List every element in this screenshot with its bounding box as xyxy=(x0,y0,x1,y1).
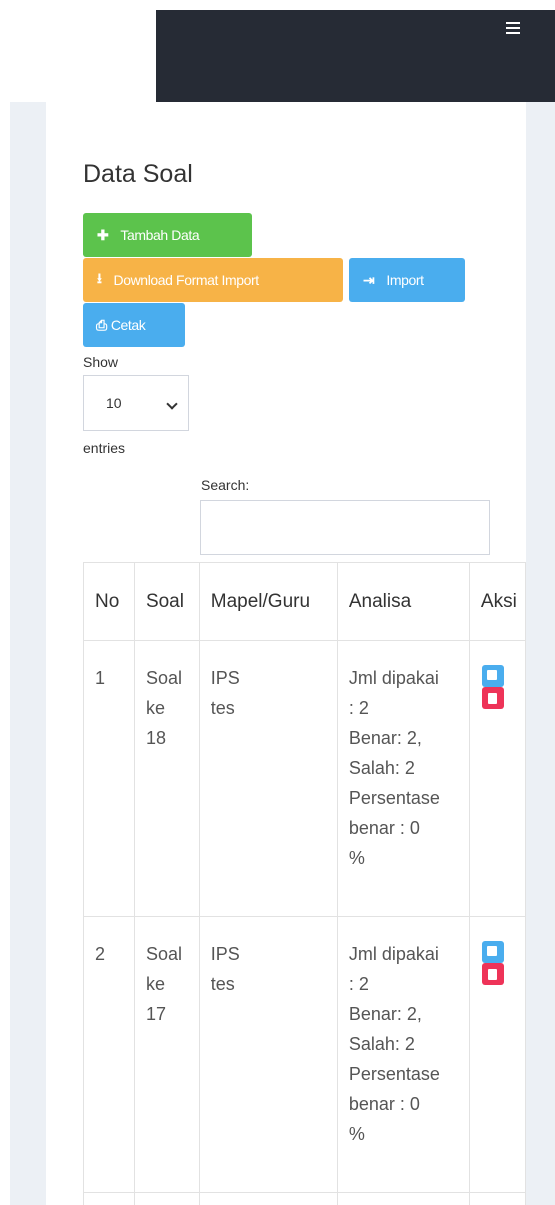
table-row: 2 Soal ke 17 IPS tes Jml dipakai : 2 Ben… xyxy=(83,916,526,1193)
search-label: Search: xyxy=(201,477,250,493)
edit-icon xyxy=(486,946,497,956)
top-bar xyxy=(10,10,555,103)
search-input[interactable] xyxy=(200,500,490,555)
chevron-down-icon xyxy=(166,398,178,410)
logo-area xyxy=(10,10,156,103)
print-button[interactable]: ⎙ Cetak xyxy=(83,303,185,347)
analisa-line: Jml dipakai xyxy=(348,944,439,964)
delete-button[interactable] xyxy=(481,687,504,709)
header-aksi[interactable]: Aksi xyxy=(468,562,526,641)
mapel-line: IPS xyxy=(210,944,240,964)
entries-label: entries xyxy=(83,440,126,456)
cell-actions xyxy=(468,916,526,1193)
soal-line: Soal xyxy=(145,944,182,964)
cell-mapel-guru: IPS tes xyxy=(198,916,338,1193)
header-analisa[interactable]: Analisa xyxy=(336,562,470,641)
analisa-line: Benar: 2, xyxy=(348,728,422,748)
delete-button[interactable] xyxy=(481,963,504,985)
soal-line: ke xyxy=(145,974,165,994)
cell-actions xyxy=(468,640,526,917)
content-box: Data Soal ✚ Tambah Data ⭳ Download Forma… xyxy=(46,102,526,1205)
mapel-line: IPS xyxy=(210,668,240,688)
analisa-line: Salah: 2 xyxy=(348,1034,415,1054)
analisa-line: : 2 xyxy=(348,698,369,718)
edit-button[interactable] xyxy=(481,665,504,687)
cell-empty xyxy=(336,1192,470,1205)
analisa-line: Jml dipakai xyxy=(348,668,439,688)
download-format-import-button[interactable]: ⭳ Download Format Import xyxy=(83,258,343,302)
navbar xyxy=(156,10,555,102)
analisa-line: benar : 0 xyxy=(348,818,420,838)
edit-icon xyxy=(486,670,497,680)
import-button[interactable]: ⇥ Import xyxy=(349,258,465,302)
cell-empty xyxy=(198,1192,338,1205)
guru-line: tes xyxy=(210,974,235,994)
header-soal[interactable]: Soal xyxy=(133,562,200,641)
analisa-line: % xyxy=(348,848,365,868)
import-label: Import xyxy=(386,272,424,288)
download-format-import-label: Download Format Import xyxy=(113,272,260,288)
header-mapel-guru[interactable]: Mapel/Guru xyxy=(198,562,338,641)
entries-select[interactable]: 10 xyxy=(83,375,189,431)
plus-icon: ✚ xyxy=(97,226,109,243)
analisa-line: % xyxy=(348,1124,365,1144)
cell-mapel-guru: IPS tes xyxy=(198,640,338,917)
table-row: 1 Soal ke 18 IPS tes Jml dipakai : 2 Ben… xyxy=(83,640,526,917)
analisa-line: benar : 0 xyxy=(348,1094,420,1114)
analisa-line: Benar: 2, xyxy=(348,1004,422,1024)
trash-icon xyxy=(487,969,497,980)
page-title: Data Soal xyxy=(83,160,193,188)
soal-line: Soal xyxy=(145,668,182,688)
print-label: Cetak xyxy=(110,317,146,333)
add-data-label: Tambah Data xyxy=(120,227,200,243)
analisa-line: Persentase xyxy=(348,788,440,808)
cell-empty xyxy=(83,1192,135,1205)
add-data-button[interactable]: ✚ Tambah Data xyxy=(83,213,252,257)
cell-soal: Soal ke 18 xyxy=(133,640,200,917)
soal-line: 17 xyxy=(145,1004,166,1024)
analisa-line: : 2 xyxy=(348,974,369,994)
cell-no: 1 xyxy=(83,640,135,917)
show-label: Show xyxy=(83,354,119,370)
entries-select-value: 10 xyxy=(106,395,122,411)
cell-analisa: Jml dipakai : 2 Benar: 2, Salah: 2 Perse… xyxy=(336,640,470,917)
soal-line: 18 xyxy=(145,728,166,748)
printer-icon: ⎙ xyxy=(96,316,107,333)
header-no[interactable]: No xyxy=(83,562,135,641)
guru-line: tes xyxy=(210,698,235,718)
table-header-row: No Soal Mapel/Guru Analisa Aksi xyxy=(83,562,526,641)
cell-soal: Soal ke 17 xyxy=(133,916,200,1193)
data-table: No Soal Mapel/Guru Analisa Aksi 1 Soal k… xyxy=(83,562,526,1205)
cell-empty xyxy=(468,1192,526,1205)
trash-icon xyxy=(487,693,497,704)
hamburger-menu-icon[interactable] xyxy=(506,22,520,34)
analisa-line: Salah: 2 xyxy=(348,758,415,778)
cell-analisa: Jml dipakai : 2 Benar: 2, Salah: 2 Perse… xyxy=(336,916,470,1193)
download-icon: ⭳ xyxy=(97,270,102,286)
import-icon: ⇥ xyxy=(363,271,375,288)
soal-line: ke xyxy=(145,698,165,718)
cell-empty xyxy=(133,1192,200,1205)
analisa-line: Persentase xyxy=(348,1064,440,1084)
cell-no: 2 xyxy=(83,916,135,1193)
table-row xyxy=(83,1192,526,1205)
edit-button[interactable] xyxy=(481,941,504,963)
